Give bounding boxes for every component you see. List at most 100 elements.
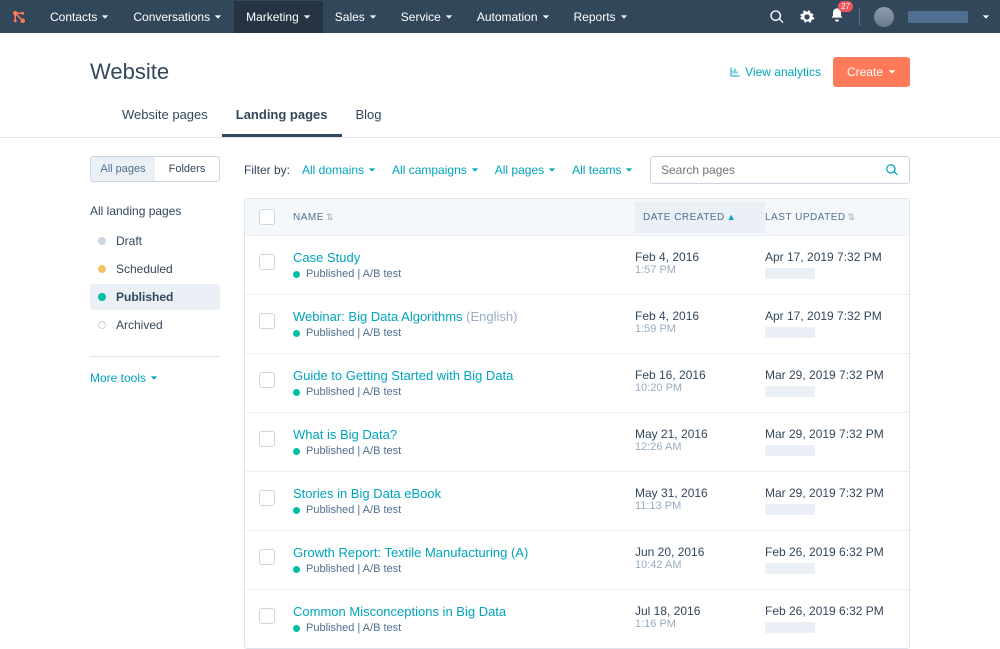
table-row: Webinar: Big Data Algorithms (English) Pu…	[245, 294, 909, 353]
create-button[interactable]: Create	[833, 57, 910, 87]
nav-item-automation[interactable]: Automation	[465, 1, 562, 33]
nav-item-reports[interactable]: Reports	[562, 1, 640, 33]
nav-item-service[interactable]: Service	[389, 1, 465, 33]
status-published[interactable]: Published	[90, 284, 220, 310]
search-field[interactable]	[661, 163, 885, 177]
published-dot-icon	[293, 625, 300, 632]
status-dot-icon	[98, 321, 106, 329]
sidebar-heading: All landing pages	[90, 204, 220, 218]
filter-all-campaigns[interactable]: All campaigns	[392, 163, 479, 177]
page-link[interactable]: Stories in Big Data eBook	[293, 486, 635, 501]
select-all-checkbox[interactable]	[259, 209, 275, 225]
table-row: What is Big Data?Published | A/B testMay…	[245, 412, 909, 471]
sidebar: All pagesFolders All landing pages Draft…	[90, 156, 220, 649]
chevron-down-icon	[214, 13, 222, 21]
notification-badge: 27	[838, 1, 853, 12]
col-last-updated[interactable]: LAST UPDATED	[765, 212, 846, 223]
toggle-all-pages[interactable]: All pages	[91, 157, 155, 181]
table-row: Guide to Getting Started with Big Data Pu…	[245, 353, 909, 412]
nav-item-conversations[interactable]: Conversations	[121, 1, 234, 33]
page-link[interactable]: Webinar: Big Data Algorithms (English)	[293, 309, 635, 324]
account-name[interactable]	[908, 11, 968, 23]
filters-row: Filter by: All domainsAll campaignsAll p…	[244, 156, 910, 198]
table-row: Common Misconceptions in Big DataPublish…	[245, 589, 909, 648]
view-analytics-label: View analytics	[745, 65, 821, 79]
updated-sub	[765, 386, 815, 397]
page-link[interactable]: Case Study	[293, 250, 635, 265]
tab-blog[interactable]: Blog	[342, 107, 396, 137]
search-input[interactable]	[650, 156, 910, 184]
filter-all-domains[interactable]: All domains	[302, 163, 376, 177]
nav-item-contacts[interactable]: Contacts	[38, 1, 121, 33]
filter-all-teams[interactable]: All teams	[572, 163, 633, 177]
chevron-down-icon	[620, 13, 628, 21]
gear-icon[interactable]	[799, 9, 815, 25]
chevron-down-icon	[888, 68, 896, 76]
toggle-folders[interactable]: Folders	[155, 157, 219, 181]
last-updated: Apr 17, 2019 7:32 PM	[765, 250, 895, 279]
chevron-down-icon	[542, 13, 550, 21]
published-dot-icon	[293, 448, 300, 455]
status-label: Archived	[116, 318, 163, 332]
page-lang: (English)	[466, 309, 517, 324]
view-analytics-link[interactable]: View analytics	[729, 65, 821, 79]
row-checkbox[interactable]	[259, 431, 275, 447]
avatar[interactable]	[874, 7, 894, 27]
row-checkbox[interactable]	[259, 490, 275, 506]
published-dot-icon	[293, 507, 300, 514]
nav-item-sales[interactable]: Sales	[323, 1, 389, 33]
page-link[interactable]: Growth Report: Textile Manufacturing (A)	[293, 545, 635, 560]
last-updated: Mar 29, 2019 7:32 PM	[765, 486, 895, 515]
col-name[interactable]: NAME	[293, 212, 324, 223]
filter-label: All campaigns	[392, 163, 467, 177]
published-dot-icon	[293, 566, 300, 573]
filter-label: All pages	[495, 163, 544, 177]
tabs: Website pagesLanding pagesBlog	[0, 87, 1000, 138]
chevron-down-icon	[548, 166, 556, 174]
chevron-down-icon	[303, 13, 311, 21]
tab-website-pages[interactable]: Website pages	[108, 107, 222, 137]
main-content: Filter by: All domainsAll campaignsAll p…	[244, 156, 910, 649]
page-link[interactable]: Common Misconceptions in Big Data	[293, 604, 635, 619]
date-created: May 21, 201612:26 AM	[635, 427, 765, 453]
chevron-down-icon	[625, 166, 633, 174]
status-scheduled[interactable]: Scheduled	[90, 256, 220, 282]
col-date-created[interactable]: DATE CREATED	[643, 212, 725, 223]
row-checkbox[interactable]	[259, 254, 275, 270]
more-tools-link[interactable]: More tools	[90, 371, 220, 385]
row-checkbox[interactable]	[259, 608, 275, 624]
filter-all-pages[interactable]: All pages	[495, 163, 556, 177]
status-dot-icon	[98, 265, 106, 273]
nav-label: Reports	[574, 10, 616, 24]
published-dot-icon	[293, 389, 300, 396]
last-updated: Mar 29, 2019 7:32 PM	[765, 368, 895, 397]
page-link[interactable]: What is Big Data?	[293, 427, 635, 442]
search-icon[interactable]	[769, 9, 785, 25]
updated-sub	[765, 268, 815, 279]
status-label: Published	[116, 290, 173, 304]
notifications-icon[interactable]: 27	[829, 7, 845, 26]
nav-label: Conversations	[133, 10, 210, 24]
row-checkbox[interactable]	[259, 313, 275, 329]
date-created: Feb 4, 20161:57 PM	[635, 250, 765, 276]
chevron-down-icon	[101, 13, 109, 21]
table-header: NAME⇅ DATE CREATED▲ LAST UPDATED⇅	[245, 199, 909, 235]
page-status: Published | A/B test	[293, 327, 635, 339]
row-checkbox[interactable]	[259, 372, 275, 388]
updated-sub	[765, 622, 815, 633]
sort-icon: ⇅	[326, 212, 334, 222]
chart-icon	[729, 66, 741, 78]
chevron-down-icon[interactable]	[982, 13, 990, 21]
page-status: Published | A/B test	[293, 563, 635, 575]
status-dot-icon	[98, 237, 106, 245]
status-archived[interactable]: Archived	[90, 312, 220, 338]
row-checkbox[interactable]	[259, 549, 275, 565]
page-status: Published | A/B test	[293, 386, 635, 398]
nav-item-marketing[interactable]: Marketing	[234, 1, 323, 33]
page-link[interactable]: Guide to Getting Started with Big Data	[293, 368, 635, 383]
tab-landing-pages[interactable]: Landing pages	[222, 107, 342, 137]
status-draft[interactable]: Draft	[90, 228, 220, 254]
status-label: Draft	[116, 234, 142, 248]
table-row: Case StudyPublished | A/B testFeb 4, 201…	[245, 235, 909, 294]
last-updated: Apr 17, 2019 7:32 PM	[765, 309, 895, 338]
